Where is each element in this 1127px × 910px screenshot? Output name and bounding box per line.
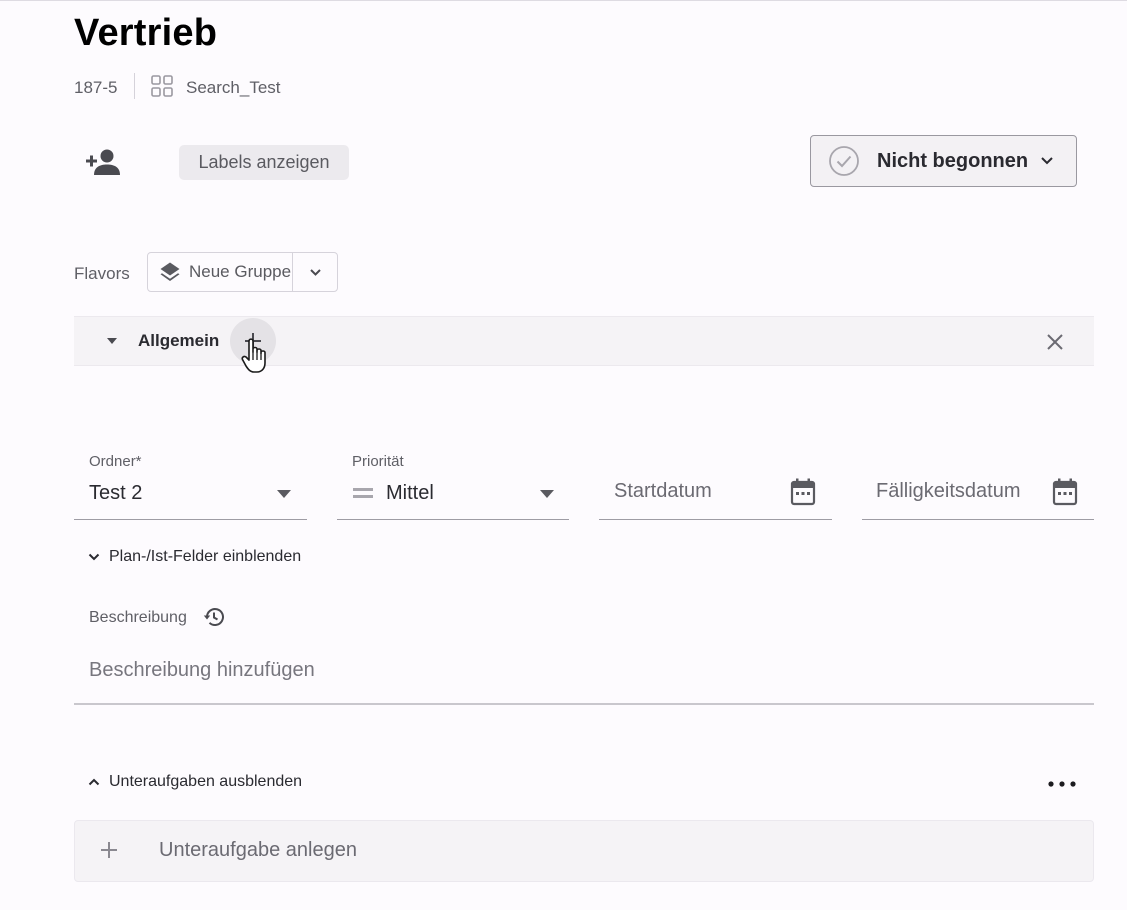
page-title: Vertrieb (74, 12, 218, 54)
plan-fields-label: Plan-/Ist-Felder einblenden (109, 548, 302, 565)
flavors-label: Flavors (74, 264, 130, 283)
section-header (74, 316, 1094, 366)
priority-label: Priorität (352, 453, 404, 470)
close-icon (1046, 333, 1064, 351)
status-dropdown-button[interactable]: Nicht begonnen (810, 135, 1077, 187)
history-icon[interactable] (203, 606, 225, 628)
layers-icon (159, 261, 181, 283)
plus-icon (100, 841, 118, 859)
chevron-up-icon (88, 778, 100, 786)
person-add-icon (86, 147, 122, 177)
section-title: Allgemein (138, 331, 220, 350)
calendar-icon[interactable] (1052, 478, 1078, 506)
task-id: 187-5 (74, 78, 118, 97)
description-placeholder: Beschreibung hinzufügen (89, 659, 315, 681)
due-date-input[interactable]: Fälligkeitsdatum (876, 480, 1021, 503)
more-options-button[interactable] (1046, 774, 1078, 794)
project-link[interactable]: Search_Test (186, 78, 281, 98)
folder-label: Ordner* (89, 453, 142, 470)
check-circle-icon (828, 145, 860, 177)
new-group-label: Neue Gruppe (189, 262, 292, 281)
due-date-underline (862, 519, 1094, 520)
status-label: Nicht begonnen (877, 149, 1029, 172)
assign-user-button[interactable] (86, 147, 122, 177)
top-divider (0, 0, 1127, 1)
priority-value: Mittel (386, 482, 434, 504)
description-underline (74, 703, 1094, 705)
new-group-button[interactable]: Neue Gruppe (148, 253, 292, 291)
calendar-icon[interactable] (790, 478, 816, 506)
group-split-button: Neue Gruppe (147, 252, 338, 292)
chevron-down-icon (309, 268, 322, 277)
meta-divider (134, 73, 135, 99)
subtasks-toggle[interactable]: Unteraufgaben ausblenden (88, 773, 302, 791)
description-label: Beschreibung (89, 609, 187, 626)
chevron-down-icon (88, 553, 100, 561)
collapse-section-arrow-icon[interactable] (106, 337, 118, 345)
medium-priority-icon (353, 486, 373, 500)
plan-fields-toggle[interactable]: Plan-/Ist-Felder einblenden (88, 548, 301, 566)
dropdown-arrow-icon (539, 489, 555, 499)
hand-cursor-icon (240, 336, 272, 376)
chevron-down-icon (1040, 156, 1054, 166)
priority-underline (337, 519, 569, 520)
add-subtask-placeholder: Unteraufgabe anlegen (159, 839, 357, 861)
dropdown-arrow-icon (276, 489, 292, 499)
show-labels-button[interactable]: Labels anzeigen (179, 145, 349, 180)
close-section-button[interactable] (1046, 333, 1064, 351)
start-date-input[interactable]: Startdatum (614, 480, 712, 503)
subtasks-toggle-label: Unteraufgaben ausblenden (109, 773, 303, 790)
folder-value: Test 2 (89, 482, 143, 504)
start-date-underline (599, 519, 832, 520)
more-horizontal-icon (1046, 774, 1078, 794)
folder-underline (74, 519, 307, 520)
group-dropdown-button[interactable] (293, 253, 337, 291)
grid-icon (151, 75, 173, 97)
